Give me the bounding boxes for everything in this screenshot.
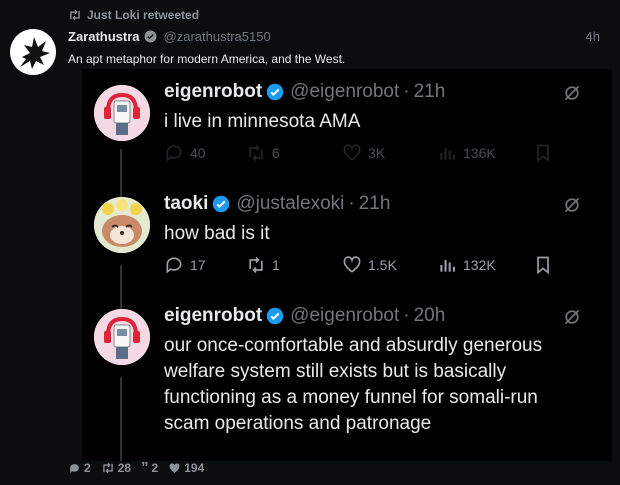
- character-avatar-icon: [94, 197, 150, 253]
- thread-connector: [120, 149, 122, 197]
- reply-button[interactable]: 40: [164, 143, 246, 163]
- like-count: 194: [184, 461, 205, 475]
- bookmark-button[interactable]: [533, 143, 553, 163]
- retweet-button[interactable]: 28: [101, 461, 131, 475]
- author-name[interactable]: Zarathustra: [68, 29, 140, 44]
- like-button[interactable]: 1.5K: [342, 255, 437, 275]
- author-name[interactable]: eigenrobot: [164, 305, 262, 327]
- grok-icon[interactable]: [562, 195, 582, 220]
- reply-button[interactable]: 2: [68, 461, 91, 475]
- tweet-actions: 40 6 3K 136K: [164, 143, 564, 163]
- like-button[interactable]: 194: [168, 461, 204, 475]
- retweet-count: 6: [272, 145, 280, 161]
- tweet-time[interactable]: 21h: [359, 193, 391, 215]
- reply-icon: [166, 257, 182, 274]
- like-count: 3K: [368, 145, 386, 161]
- avatar[interactable]: [94, 309, 150, 365]
- thread-connector: [120, 377, 122, 461]
- bookmark-icon: [537, 144, 549, 163]
- retweet-count: 28: [117, 461, 132, 475]
- views-button[interactable]: 132K: [437, 255, 533, 275]
- retweet-button[interactable]: 6: [246, 143, 342, 163]
- tweet-header: eigenrobot @eigenrobot · 21h: [164, 81, 445, 103]
- author-handle[interactable]: @justalexoki: [236, 193, 344, 215]
- heart-icon: [343, 144, 361, 161]
- view-count: 132K: [463, 257, 496, 273]
- views-icon: [440, 148, 455, 160]
- author-handle[interactable]: @eigenrobot: [290, 305, 399, 327]
- tweet-text: our once-comfortable and absurdly genero…: [164, 335, 543, 434]
- embedded-thread-image[interactable]: eigenrobot @eigenrobot · 21h i live in m…: [82, 69, 612, 461]
- outer-tweet-actions: 2 28 ” 2 194: [68, 459, 204, 476]
- avatar[interactable]: [10, 29, 56, 75]
- author-handle[interactable]: @zarathustra5150: [164, 29, 271, 44]
- reply-count: 2: [84, 461, 91, 475]
- heart-icon: [343, 256, 361, 273]
- tweet-time[interactable]: 20h: [414, 305, 446, 327]
- views-button[interactable]: 136K: [437, 143, 533, 163]
- author-name[interactable]: taoki: [164, 193, 208, 215]
- retweet-button[interactable]: 1: [246, 255, 342, 275]
- tweet-time[interactable]: 21h: [414, 81, 446, 103]
- tweet-text: i live in minnesota AMA: [164, 111, 361, 132]
- separator-dot: ·: [403, 305, 410, 326]
- bookmark-button[interactable]: [533, 255, 553, 275]
- avatar[interactable]: [94, 85, 150, 141]
- retweet-indicator: Just Loki retweeted: [68, 8, 199, 22]
- crow-icon: [20, 37, 50, 69]
- tweet-header: eigenrobot @eigenrobot · 20h: [164, 305, 445, 327]
- reply-button[interactable]: 17: [164, 255, 246, 275]
- bookmark-icon: [537, 256, 549, 275]
- quote-count: 2: [151, 461, 159, 475]
- verified-icon: [266, 307, 284, 325]
- like-button[interactable]: 3K: [342, 143, 437, 163]
- retweet-count: 1: [272, 257, 280, 273]
- robot-avatar-icon: [94, 85, 150, 141]
- avatar[interactable]: [94, 197, 150, 253]
- tweet-time[interactable]: 4h: [586, 29, 600, 44]
- tweet-text: how bad is it: [164, 223, 270, 244]
- verified-icon: [212, 195, 230, 213]
- tweet-actions: 17 1 1.5K 132K: [164, 255, 564, 275]
- tweet-text: An apt metaphor for modern America, and …: [68, 52, 346, 66]
- reply-icon: [166, 145, 182, 162]
- quote-icon: ”: [141, 459, 149, 476]
- reply-icon: [70, 463, 79, 473]
- retweet-label: Just Loki retweeted: [87, 8, 200, 22]
- verified-icon: [266, 83, 284, 101]
- thread-connector: [120, 265, 122, 311]
- reply-count: 40: [190, 145, 206, 161]
- retweet-icon: [249, 256, 263, 274]
- retweet-icon: [102, 462, 113, 474]
- retweet-icon: [70, 9, 80, 21]
- retweet-icon: [249, 144, 263, 162]
- reply-count: 17: [190, 257, 206, 273]
- author-name[interactable]: eigenrobot: [164, 81, 262, 103]
- grok-icon[interactable]: [562, 83, 582, 108]
- like-count: 1.5K: [368, 257, 397, 273]
- verified-icon: [144, 30, 156, 43]
- outer-tweet-header: Zarathustra @zarathustra5150: [68, 29, 271, 44]
- grok-icon[interactable]: [562, 307, 582, 332]
- robot-avatar-icon: [94, 309, 150, 365]
- view-count: 136K: [463, 145, 496, 161]
- views-icon: [440, 260, 455, 272]
- author-handle[interactable]: @eigenrobot: [290, 81, 399, 103]
- separator-dot: ·: [403, 81, 410, 102]
- separator-dot: ·: [348, 193, 355, 214]
- quote-button[interactable]: ” 2: [141, 459, 159, 476]
- tweet-header: taoki @justalexoki · 21h: [164, 193, 390, 215]
- heart-icon: [169, 462, 180, 473]
